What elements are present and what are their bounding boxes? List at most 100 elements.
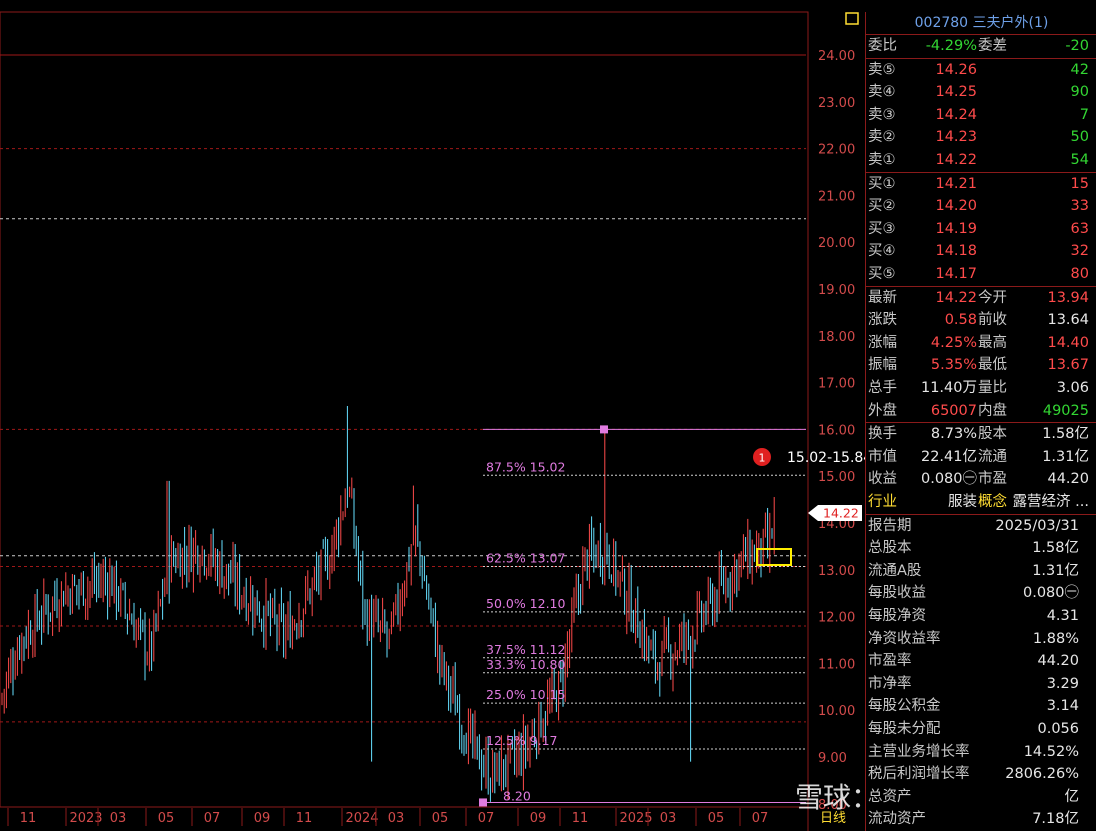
quote-value: 65007 — [930, 402, 977, 419]
weibi-value: -4.29% — [925, 38, 977, 54]
date-tick-label: 09 — [254, 811, 271, 826]
sell-level-label: 卖② — [868, 129, 896, 146]
finance-row: 每股净资 4.31 — [866, 605, 1096, 627]
buy-level-label: 买② — [868, 198, 896, 215]
finance-label: 净资收益率 — [868, 630, 941, 647]
stock-code: 002780 — [914, 15, 969, 31]
fib-level-label: 25.0% 10.15 — [486, 687, 565, 702]
finance-value: 3.14 — [1046, 698, 1079, 715]
finance-value: 44.20 — [1037, 653, 1079, 670]
quote-label: 最低 — [978, 357, 1007, 374]
stats-label: 收益 — [868, 471, 897, 488]
kline-chart[interactable]: 24.0023.0022.0021.0020.0019.0018.0017.00… — [0, 0, 865, 831]
current-price-tag: 14.22 — [823, 506, 859, 521]
quote-value: 5.35% — [930, 357, 977, 374]
price-tick-label: 22.00 — [818, 143, 855, 158]
finance-row: 市盈率 44.20 — [866, 650, 1096, 672]
stats-row: 收益 0.080㊀ 市盈 44.20 — [866, 468, 1096, 490]
range-badge-number: 1 — [759, 452, 766, 465]
quote-label: 振幅 — [868, 357, 897, 374]
finance-label: 市盈率 — [868, 653, 912, 670]
finance-value: 3.29 — [1046, 675, 1079, 692]
date-tick-label: 07 — [752, 811, 769, 826]
price-tick-label: 15.00 — [818, 470, 855, 485]
stats-label: 股本 — [978, 426, 1007, 443]
price-tick-label: 11.00 — [818, 657, 855, 672]
stats-value: 1.58亿 — [1042, 426, 1089, 443]
price-tick-label: 17.00 — [818, 377, 855, 392]
date-tick-label: 2024 — [345, 811, 378, 826]
finance-label: 市净率 — [868, 675, 912, 692]
sell-volume: 7 — [1079, 106, 1089, 123]
stats-label: 市盈 — [978, 471, 1007, 488]
weicha-value: -20 — [1065, 38, 1089, 54]
fib-level-label: 37.5% 11.12 — [486, 642, 565, 657]
finance-row: 每股收益 0.080㊀ — [866, 582, 1096, 604]
buy-volume: 32 — [1070, 243, 1089, 260]
sell-row: 卖① 14.22 54 — [866, 149, 1096, 171]
stats-value: 露营经济 ... — [1012, 494, 1089, 510]
date-tick-label: 07 — [478, 811, 495, 826]
finance-row: 总资产 亿 — [866, 786, 1096, 808]
finance-label: 流动资产 — [868, 811, 926, 828]
quote-value: 13.64 — [1047, 312, 1089, 329]
weibi-label: 委比 — [868, 38, 897, 54]
price-tick-label: 13.00 — [818, 564, 855, 579]
date-tick-label: 11 — [20, 811, 37, 826]
stats-label: 行业 — [868, 494, 897, 510]
finance-label: 总资产 — [868, 788, 912, 805]
buy-row: 买④ 14.18 32 — [866, 240, 1096, 262]
buy-level-label: 买③ — [868, 220, 896, 237]
date-tick-label: 03 — [110, 811, 127, 826]
quote-label: 内盘 — [978, 402, 1007, 419]
fib-level-label: 50.0% 12.10 — [486, 596, 566, 611]
quote-label: 最新 — [868, 289, 897, 306]
date-tick-label: 05 — [432, 811, 449, 826]
price-tick-label: 19.00 — [818, 283, 855, 298]
buy-level-label: 买⑤ — [868, 266, 896, 282]
sell-row: 卖④ 14.25 90 — [866, 81, 1096, 103]
kline-chart-area[interactable]: 24.00 23.00 22.00 21.00 20.00 19.00 18.00 17.00… — [0, 0, 865, 831]
finance-row: 税后利润增长率 2806.26% — [866, 763, 1096, 785]
finance-label: 每股净资 — [868, 608, 926, 624]
sell-price: 14.24 — [935, 106, 977, 123]
fib-anchor-high — [600, 425, 608, 434]
price-tick-label: 23.00 — [818, 96, 855, 111]
finance-label: 每股未分配 — [868, 721, 941, 737]
finance-row: 流通A股 1.31亿 — [866, 560, 1096, 582]
finance-value: 1.88% — [1032, 630, 1079, 647]
quote-value: 14.40 — [1047, 334, 1089, 351]
buy-volume: 15 — [1070, 175, 1089, 192]
finance-label: 流通A股 — [868, 562, 922, 579]
buy-price: 14.17 — [935, 266, 977, 282]
price-tick-label: 18.00 — [818, 330, 855, 345]
quote-label: 今开 — [978, 289, 1007, 306]
quote-row: 最新 14.22 今开 13.94 — [866, 287, 1096, 309]
stats-value: 服装 — [948, 494, 977, 510]
date-tick-label: 09 — [530, 811, 547, 826]
finance-label: 总股本 — [868, 540, 912, 557]
stats-row: 行业 服装 概念 露营经济 ... — [866, 491, 1096, 513]
stats-label: 概念 — [978, 494, 1007, 510]
chart-frame — [0, 11, 809, 808]
quote-label: 最高 — [978, 334, 1007, 351]
quote-label: 涨跌 — [868, 312, 897, 329]
buy-level-label: 买① — [868, 175, 896, 192]
sell-volume: 90 — [1070, 84, 1089, 101]
buy-volume: 63 — [1070, 220, 1089, 237]
stats-label: 市值 — [868, 448, 897, 465]
stats-value: 8.73% — [930, 426, 977, 443]
stats-label: 流通 — [978, 448, 1007, 465]
quote-value: 13.67 — [1047, 357, 1089, 374]
buy-price: 14.20 — [935, 198, 977, 215]
finance-label: 税后利润增长率 — [868, 766, 970, 783]
sell-volume: 54 — [1070, 152, 1089, 168]
sell-volume: 42 — [1070, 61, 1089, 78]
buy-price: 14.19 — [935, 220, 977, 237]
finance-value: 1.58亿 — [1032, 540, 1079, 557]
price-tick-label: 9.00 — [818, 751, 847, 766]
stats-value: 22.41亿 — [920, 448, 977, 465]
quote-value: 3.06 — [1056, 380, 1089, 396]
date-tick-label: 03 — [660, 811, 677, 826]
sell-price: 14.25 — [935, 84, 977, 101]
